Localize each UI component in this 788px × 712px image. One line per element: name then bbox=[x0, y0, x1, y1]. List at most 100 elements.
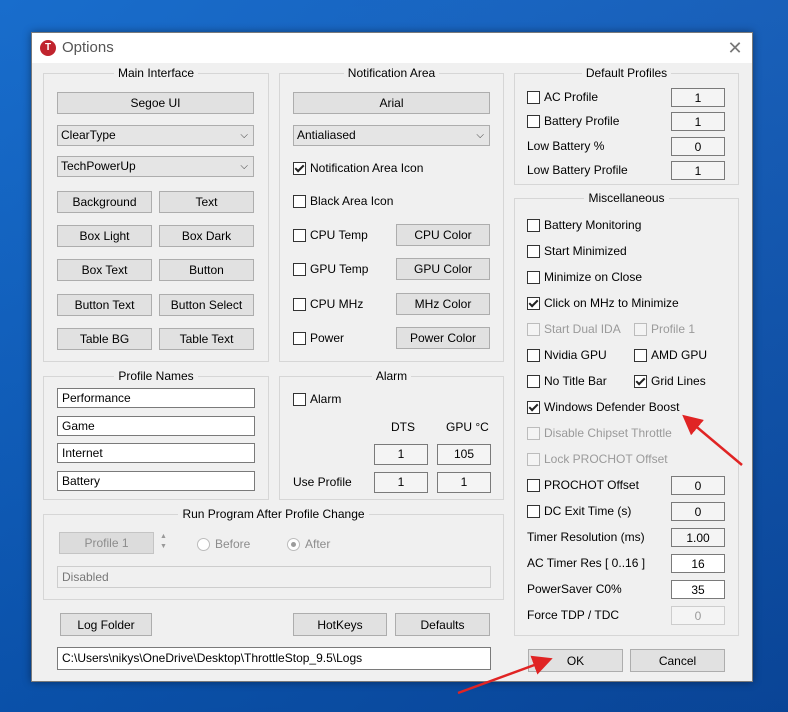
prochot-offset-checkbox[interactable]: PROCHOT Offset bbox=[527, 478, 639, 492]
main-render-select[interactable]: ClearType ⌵ bbox=[57, 125, 254, 146]
dts-alarm-field[interactable]: 1 bbox=[374, 444, 428, 465]
amd-gpu-checkbox[interactable]: AMD GPU bbox=[634, 348, 707, 362]
button-color-button[interactable]: Button bbox=[159, 259, 254, 281]
notification-render-select-value: Antialiased bbox=[297, 128, 356, 142]
main-interface-title: Main Interface bbox=[113, 66, 199, 80]
after-label: After bbox=[305, 537, 331, 551]
checkbox-disabled bbox=[527, 322, 540, 336]
lock-prochot-label: Lock PROCHOT Offset bbox=[544, 452, 668, 466]
profile-name-4-field[interactable]: Battery bbox=[57, 471, 255, 491]
lock-prochot-checkbox[interactable]: Lock PROCHOT Offset bbox=[527, 452, 668, 466]
gpu-alarm-field[interactable]: 105 bbox=[437, 444, 491, 465]
defaults-button[interactable]: Defaults bbox=[395, 613, 490, 636]
checkbox-checked bbox=[293, 161, 306, 175]
force-tdp-label: Force TDP / TDC bbox=[527, 608, 620, 622]
after-radio[interactable]: After bbox=[287, 537, 330, 551]
prochot-offset-field[interactable]: 0 bbox=[671, 476, 725, 495]
dts-profile-field[interactable]: 1 bbox=[374, 472, 428, 493]
ok-button[interactable]: OK bbox=[528, 649, 623, 672]
main-theme-select[interactable]: TechPowerUp ⌵ bbox=[57, 156, 254, 177]
checkbox-disabled bbox=[634, 322, 647, 336]
cpu-temp-checkbox[interactable]: CPU Temp bbox=[293, 228, 368, 242]
disable-chipset-throttle-checkbox[interactable]: Disable Chipset Throttle bbox=[527, 426, 672, 440]
log-folder-button[interactable]: Log Folder bbox=[60, 613, 152, 636]
gpu-temp-checkbox[interactable]: GPU Temp bbox=[293, 262, 368, 276]
log-path-field[interactable]: C:\Users\nikys\OneDrive\Desktop\Throttle… bbox=[57, 647, 491, 670]
run-profile-button[interactable]: Profile 1 bbox=[59, 532, 154, 554]
notification-font-button[interactable]: Arial bbox=[293, 92, 490, 114]
power-color-button[interactable]: Power Color bbox=[396, 327, 490, 349]
low-battery-pct-field[interactable]: 0 bbox=[671, 137, 725, 156]
ac-timer-res-label: AC Timer Res [ 0..16 ] bbox=[527, 556, 646, 570]
timer-resolution-label: Timer Resolution (ms) bbox=[527, 530, 645, 544]
cancel-button[interactable]: Cancel bbox=[630, 649, 725, 672]
click-mhz-minimize-checkbox[interactable]: Click on MHz to Minimize bbox=[527, 296, 679, 310]
chevron-down-icon: ⌵ bbox=[240, 161, 248, 172]
timer-resolution-field[interactable]: 1.00 bbox=[671, 528, 725, 547]
box-dark-button[interactable]: Box Dark bbox=[159, 225, 254, 247]
defender-boost-checkbox[interactable]: Windows Defender Boost bbox=[527, 400, 679, 414]
battery-monitoring-checkbox[interactable]: Battery Monitoring bbox=[527, 218, 641, 232]
title-bar: T Options ✕ bbox=[32, 33, 752, 63]
minimize-on-close-checkbox[interactable]: Minimize on Close bbox=[527, 270, 642, 284]
background-color-button[interactable]: Background bbox=[57, 191, 152, 213]
force-tdp-field[interactable]: 0 bbox=[671, 606, 725, 625]
text-color-button[interactable]: Text bbox=[159, 191, 254, 213]
profile-name-1-field[interactable]: Performance bbox=[57, 388, 255, 408]
battery-profile-field[interactable]: 1 bbox=[671, 112, 725, 131]
box-light-button[interactable]: Box Light bbox=[57, 225, 152, 247]
miscellaneous-group: Miscellaneous Battery Monitoring Start M… bbox=[514, 191, 739, 636]
gpu-profile-field[interactable]: 1 bbox=[437, 472, 491, 493]
mhz-color-button[interactable]: MHz Color bbox=[396, 293, 490, 315]
profile-1-checkbox[interactable]: Profile 1 bbox=[634, 322, 695, 336]
notification-icon-checkbox[interactable]: Notification Area Icon bbox=[293, 161, 423, 175]
powersaver-field[interactable]: 35 bbox=[671, 580, 725, 599]
profile-name-3-field[interactable]: Internet bbox=[57, 443, 255, 463]
dc-exit-time-checkbox[interactable]: DC Exit Time (s) bbox=[527, 504, 631, 518]
checkbox-checked bbox=[527, 296, 540, 310]
ac-profile-label: AC Profile bbox=[544, 90, 599, 104]
power-label: Power bbox=[310, 331, 345, 345]
nvidia-gpu-checkbox[interactable]: Nvidia GPU bbox=[527, 348, 607, 362]
run-profile-spinner[interactable]: ▲ ▼ bbox=[158, 532, 169, 553]
close-icon[interactable]: ✕ bbox=[718, 33, 752, 63]
gpu-color-button[interactable]: GPU Color bbox=[396, 258, 490, 280]
button-select-button[interactable]: Button Select bbox=[159, 294, 254, 316]
table-text-button[interactable]: Table Text bbox=[159, 328, 254, 350]
spin-down-icon[interactable]: ▼ bbox=[158, 542, 169, 552]
table-bg-button[interactable]: Table BG bbox=[57, 328, 152, 350]
dc-exit-time-label: DC Exit Time (s) bbox=[544, 504, 632, 518]
run-program-field[interactable]: Disabled bbox=[57, 566, 491, 588]
box-text-button[interactable]: Box Text bbox=[57, 259, 152, 281]
main-font-button[interactable]: Segoe UI bbox=[57, 92, 254, 114]
spin-up-icon[interactable]: ▲ bbox=[158, 532, 169, 542]
power-checkbox[interactable]: Power bbox=[293, 331, 344, 345]
ac-timer-res-field[interactable]: 16 bbox=[671, 554, 725, 573]
battery-profile-checkbox[interactable]: Battery Profile bbox=[527, 114, 619, 128]
default-profiles-title: Default Profiles bbox=[581, 66, 672, 80]
powersaver-label: PowerSaver C0% bbox=[527, 582, 622, 596]
ac-profile-checkbox[interactable]: AC Profile bbox=[527, 90, 598, 104]
grid-lines-checkbox[interactable]: Grid Lines bbox=[634, 374, 706, 388]
profile-name-2-field[interactable]: Game bbox=[57, 416, 255, 436]
notification-render-select[interactable]: Antialiased ⌵ bbox=[293, 125, 490, 146]
checkbox-unchecked bbox=[634, 348, 647, 362]
options-dialog: T Options ✕ Main Interface Segoe UI Clea… bbox=[31, 32, 753, 682]
hotkeys-button[interactable]: HotKeys bbox=[293, 613, 387, 636]
no-title-bar-checkbox[interactable]: No Title Bar bbox=[527, 374, 607, 388]
before-radio[interactable]: Before bbox=[197, 537, 250, 551]
cpu-color-button[interactable]: CPU Color bbox=[396, 224, 490, 246]
run-program-group: Run Program After Profile Change Profile… bbox=[43, 507, 504, 600]
start-minimized-checkbox[interactable]: Start Minimized bbox=[527, 244, 627, 258]
black-icon-checkbox[interactable]: Black Area Icon bbox=[293, 194, 393, 208]
start-dual-ida-checkbox[interactable]: Start Dual IDA bbox=[527, 322, 621, 336]
low-battery-profile-field[interactable]: 1 bbox=[671, 161, 725, 180]
button-text-button[interactable]: Button Text bbox=[57, 294, 152, 316]
checkbox-unchecked bbox=[293, 194, 306, 208]
notification-area-group: Notification Area Arial Antialiased ⌵ No… bbox=[279, 66, 504, 362]
dc-exit-time-field[interactable]: 0 bbox=[671, 502, 725, 521]
alarm-checkbox[interactable]: Alarm bbox=[293, 392, 341, 406]
cpu-mhz-checkbox[interactable]: CPU MHz bbox=[293, 297, 363, 311]
checkbox-unchecked bbox=[527, 374, 540, 388]
ac-profile-field[interactable]: 1 bbox=[671, 88, 725, 107]
